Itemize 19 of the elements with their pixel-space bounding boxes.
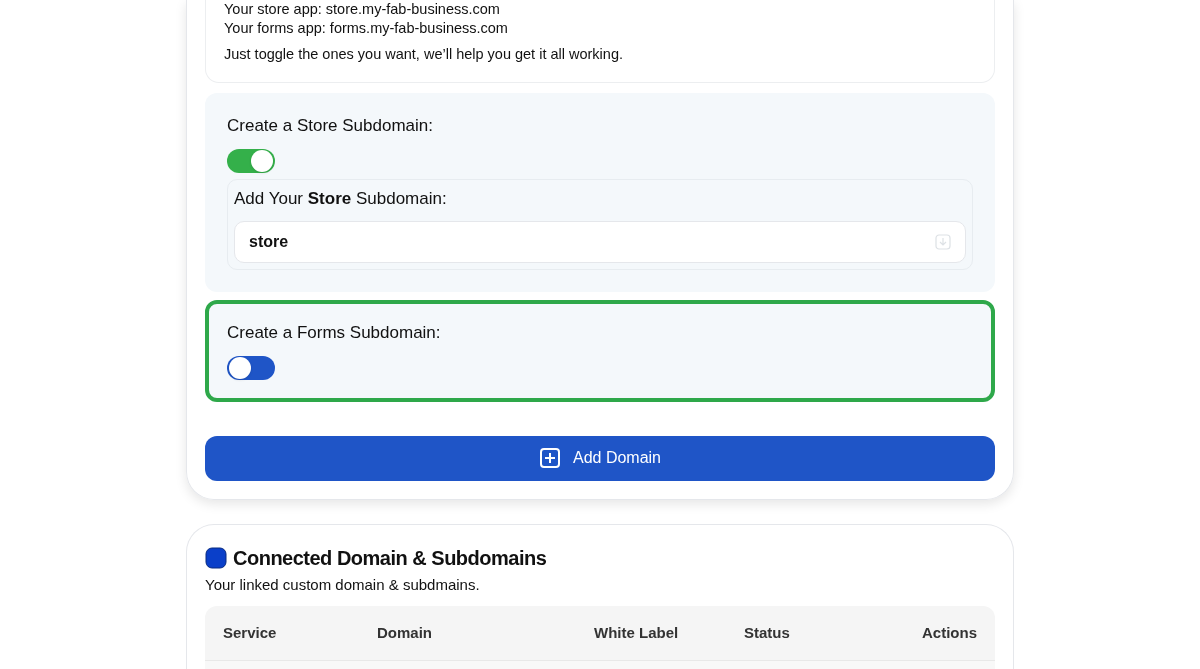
toggle-switch[interactable] [227,355,275,380]
column-header: White Label [594,622,680,643]
subdomain-label: Create a Store Subdomain: [227,115,434,137]
toggle-switch[interactable] [227,148,275,173]
info-text: Just toggle the ones you want, we’ll help you get it all working. [224,45,624,64]
field-label: Add Your Store Subdomain: [234,187,448,210]
subdomain-input[interactable]: store [234,221,966,263]
column-header: Service [223,622,278,643]
add-domain-button[interactable]: Add Domain [205,435,995,481]
column-header: Actions [922,622,977,643]
section-title: Connected Domain & Subdomains [233,545,547,571]
column-header: Domain [377,622,433,643]
column-header: Status [744,622,791,643]
subdomain-label: Create a Forms Subdomain: [227,322,442,344]
info-text: Your forms app: forms.my-fab-business.com [224,19,509,38]
plus-square-icon [538,447,561,469]
download-icon [935,234,951,250]
section-subtitle: Your linked custom domain & subdmains. [205,574,481,595]
info-text: Your store app: store.my-fab-business.com [224,0,501,19]
